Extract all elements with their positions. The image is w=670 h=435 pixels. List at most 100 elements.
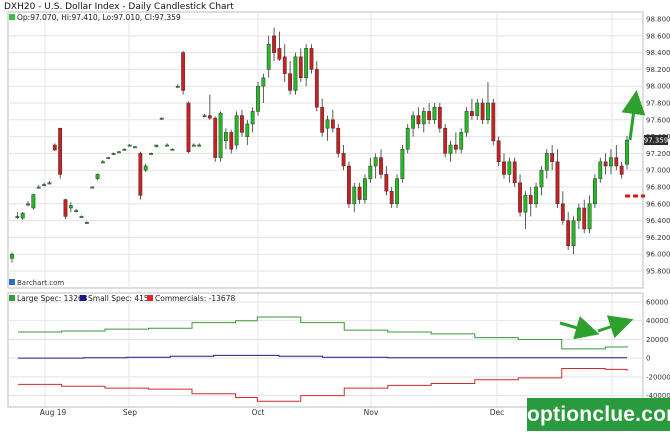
- candle-body-up: [373, 157, 378, 167]
- cot-axis: 6000040000200000-20000-40000: [646, 299, 670, 401]
- commercials-swatch: [147, 295, 153, 301]
- candle-body-up: [571, 220, 576, 247]
- price-tick-label: 95.800: [646, 268, 670, 276]
- candle: [138, 151, 143, 200]
- candle-body-down: [58, 127, 63, 175]
- candle-body-up: [224, 132, 228, 142]
- candle-body-down: [582, 207, 587, 230]
- candle-body-up: [261, 77, 266, 87]
- candle-body-up: [325, 119, 330, 129]
- candle-body-up: [368, 165, 373, 179]
- candle-body-down: [614, 157, 619, 167]
- candle-body-up: [111, 153, 116, 155]
- candle-body-down: [453, 144, 458, 150]
- candle-body-up: [400, 148, 405, 179]
- candle: [443, 124, 448, 158]
- candle-body-down: [528, 195, 533, 205]
- cot-panel: [7, 292, 644, 408]
- cot-tick-label: 0: [646, 355, 650, 363]
- candle-body-down: [518, 182, 522, 213]
- candle-body-up: [202, 115, 207, 118]
- candle-body-up: [464, 111, 469, 133]
- candle-body-down: [298, 56, 303, 79]
- candle-body-up: [68, 205, 73, 209]
- candle-body-down: [330, 119, 335, 129]
- price-tick-label: 96.600: [646, 200, 670, 208]
- candle: [512, 157, 517, 187]
- cot-tick-label: 40000: [646, 317, 668, 325]
- candle-body-up: [576, 207, 581, 221]
- price-tick-label: 98.800: [646, 16, 670, 24]
- price-axis: 98.800 98.600 98.400 98.200 98.000 97.800 97.6…: [646, 16, 670, 276]
- candle: [464, 107, 469, 137]
- candle: [395, 174, 399, 208]
- candle-body-down: [555, 161, 560, 205]
- candle-body-up: [31, 194, 36, 209]
- candle-body-up: [175, 85, 180, 88]
- candle-body-up: [352, 186, 357, 205]
- x-axis: Aug 19 Sep Oct Nov Dec: [40, 408, 505, 417]
- price-tick-label: 98.600: [646, 32, 670, 40]
- candle-body-up: [395, 178, 399, 205]
- candle-body-up: [10, 253, 14, 259]
- candle-body-up: [507, 161, 512, 175]
- candle-body-up: [448, 144, 453, 154]
- candle-body-up: [170, 148, 175, 151]
- cot-tick-label: 60000: [646, 299, 668, 307]
- candle: [347, 161, 351, 208]
- price-tick-label: 96.000: [646, 251, 670, 259]
- candle-body-up: [523, 195, 528, 213]
- candle-body-up: [625, 139, 629, 165]
- candle-body-up: [587, 203, 592, 230]
- candle-body-up: [234, 115, 239, 146]
- candle-body-down: [379, 157, 383, 175]
- candle-body-up: [191, 144, 196, 147]
- chart-title: DXH20 - U.S. Dollar Index - Daily Candle…: [4, 2, 234, 12]
- price-tick-label: 97.800: [646, 100, 670, 108]
- candle-body-down: [496, 140, 501, 163]
- cot-tick-label: 20000: [646, 336, 668, 344]
- candle-body-up: [143, 165, 148, 171]
- candle: [256, 82, 260, 116]
- candle-body-down: [566, 220, 571, 247]
- ohlc-legend-swatch: [9, 14, 15, 20]
- candle-body-down: [357, 186, 362, 200]
- candle-body-up: [539, 169, 544, 188]
- candle-body-up: [36, 186, 41, 189]
- price-panel: [7, 11, 644, 289]
- small-spec-legend: Small Spec: 415: [88, 294, 149, 303]
- candle-body-down: [282, 56, 287, 74]
- candle-body-down: [272, 35, 276, 53]
- candle-body-down: [288, 73, 292, 91]
- price-tick-label: 97.600: [646, 116, 670, 124]
- candle-body-down: [347, 165, 351, 205]
- price-tick-label: 98.200: [646, 66, 670, 74]
- candle: [400, 145, 405, 183]
- candle-body-up: [432, 106, 437, 121]
- candle: [218, 111, 223, 162]
- candle: [336, 124, 341, 158]
- candle: [496, 136, 501, 166]
- candle-body-up: [534, 186, 538, 205]
- commercials-legend: Commercials: -13678: [155, 294, 235, 303]
- candle-body-down: [309, 48, 314, 70]
- candle-body-up: [250, 111, 255, 125]
- candle-body-down: [416, 115, 421, 125]
- candle-body-up: [218, 112, 223, 158]
- candle-body-up: [133, 146, 137, 149]
- candle-body-down: [491, 102, 496, 142]
- watermark: optionclue.com: [527, 398, 670, 431]
- candle-body-down: [320, 106, 325, 133]
- candle-body-up: [149, 153, 153, 155]
- candle-body-down: [314, 69, 319, 108]
- candle-body-down: [213, 117, 218, 158]
- candle-body-up: [106, 157, 111, 160]
- chart-root: DXH20 - U.S. Dollar Index - Daily Candle…: [0, 0, 670, 431]
- candle: [405, 124, 410, 154]
- candle-body-up: [165, 144, 169, 147]
- price-tick-label: 96.200: [646, 234, 670, 242]
- candle-body-down: [138, 153, 143, 196]
- candle-body-up: [159, 117, 164, 120]
- candle: [309, 44, 314, 74]
- candle-body-up: [95, 174, 100, 179]
